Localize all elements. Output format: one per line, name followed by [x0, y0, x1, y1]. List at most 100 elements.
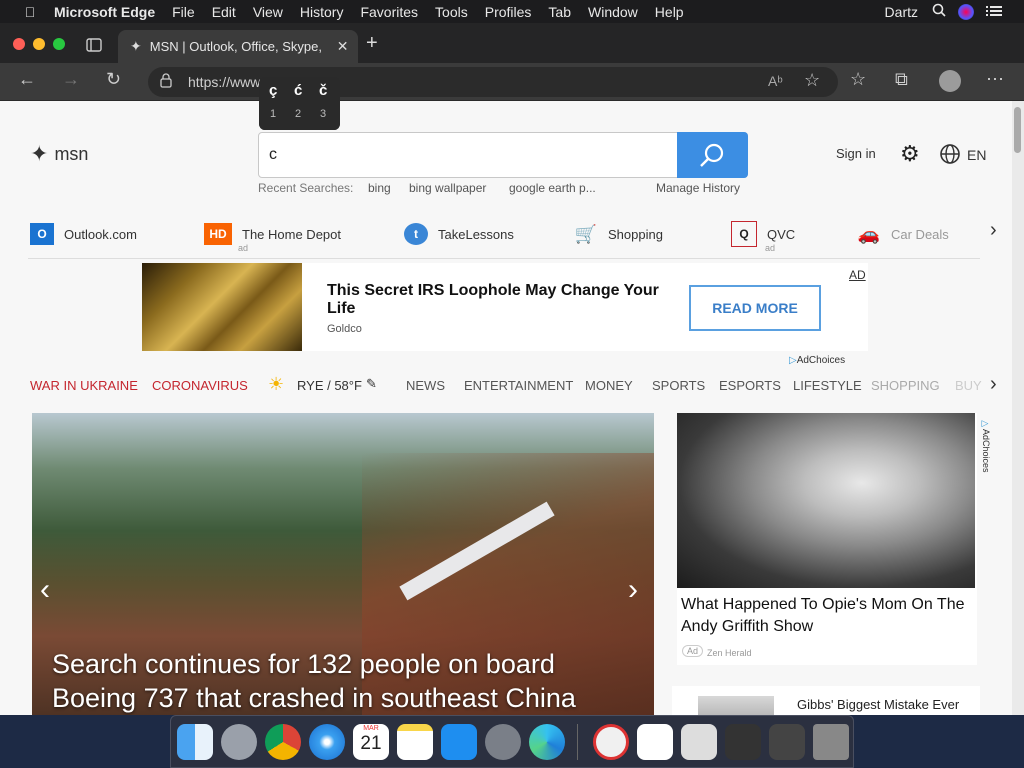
close-window-button[interactable]: [13, 38, 25, 50]
favorites-icon[interactable]: ☆: [850, 69, 866, 90]
accent-option-char[interactable]: č: [319, 82, 327, 99]
minimize-window-button[interactable]: [33, 38, 45, 50]
adchoices-link[interactable]: ▷AdChoices: [789, 355, 845, 366]
quicklink-home-depot[interactable]: HD The Home Depot ad: [204, 219, 341, 253]
profile-avatar[interactable]: [939, 70, 961, 92]
language-globe-icon[interactable]: [939, 143, 961, 170]
manage-history-link[interactable]: Manage History: [656, 181, 740, 195]
nav-buy[interactable]: BUY: [955, 378, 982, 393]
hero-headline[interactable]: Search continues for 132 people on board…: [52, 647, 642, 715]
quicklink-takelessons[interactable]: t TakeLessons: [404, 219, 514, 249]
search-input-value[interactable]: c: [269, 146, 277, 164]
trash-icon[interactable]: [813, 724, 849, 760]
nav-sports[interactable]: SPORTS: [652, 378, 705, 393]
menu-history[interactable]: History: [300, 4, 344, 20]
card2-title[interactable]: Gibbs' Biggest Mistake Ever: [797, 697, 959, 712]
recent-search-item[interactable]: bing wallpaper: [409, 181, 486, 195]
sign-in-link[interactable]: Sign in: [836, 146, 876, 161]
screenshot-thumbnail-icon[interactable]: [725, 724, 761, 760]
nav-lifestyle[interactable]: LIFESTYLE: [793, 378, 862, 393]
refresh-icon[interactable]: ↻: [106, 69, 121, 90]
menu-help[interactable]: Help: [655, 4, 684, 20]
url-text[interactable]: https://www: [188, 74, 260, 90]
launchpad-icon[interactable]: [221, 724, 257, 760]
ad-banner[interactable]: This Secret IRS Loophole May Change Your…: [142, 263, 868, 351]
menu-profiles[interactable]: Profiles: [485, 4, 532, 20]
zoom-window-button[interactable]: [53, 38, 65, 50]
preview-thumbnail-icon[interactable]: [681, 724, 717, 760]
search-button[interactable]: [677, 132, 748, 178]
nav-esports[interactable]: ESPORTS: [719, 378, 781, 393]
menu-file[interactable]: File: [172, 4, 195, 20]
nav-weather[interactable]: RYE / 58°F: [297, 378, 362, 393]
tab-msn[interactable]: ✦ MSN | Outlook, Office, Skype, ✕: [118, 30, 358, 63]
accent-option-char[interactable]: ć: [294, 82, 302, 99]
safari-icon[interactable]: [309, 724, 345, 760]
accent-option-char[interactable]: ç: [269, 82, 277, 99]
menu-tools[interactable]: Tools: [435, 4, 468, 20]
side-adchoices-link[interactable]: ▷AdChoices: [981, 419, 991, 473]
sponsored-card[interactable]: What Happened To Opie's Mom On The Andy …: [677, 413, 977, 665]
search-input[interactable]: c: [258, 132, 748, 178]
nav-shopping[interactable]: SHOPPING: [871, 378, 940, 393]
nav-next-chevron-icon[interactable]: ›: [990, 373, 997, 396]
page-scrollbar[interactable]: [1012, 101, 1024, 715]
scrollbar-thumb[interactable]: [1014, 107, 1021, 153]
edit-location-icon[interactable]: ✎: [366, 376, 377, 392]
address-bar[interactable]: https://www Aᵇ ☆: [148, 67, 838, 97]
quicklink-outlook[interactable]: O Outlook.com: [30, 219, 137, 249]
blocked-app-icon[interactable]: [593, 724, 629, 760]
edge-icon[interactable]: [529, 724, 565, 760]
quicklink-qvc[interactable]: Q QVC ad: [731, 219, 795, 253]
nav-coronavirus[interactable]: CORONAVIRUS: [152, 378, 248, 393]
user-name[interactable]: Dartz: [885, 4, 918, 20]
menu-view[interactable]: View: [253, 4, 283, 20]
read-more-button[interactable]: READ MORE: [689, 285, 821, 331]
menu-favorites[interactable]: Favorites: [360, 4, 418, 20]
system-preferences-icon[interactable]: [485, 724, 521, 760]
quicklink-car-deals[interactable]: 🚗 Car Deals: [857, 219, 949, 249]
window-thumbnail-icon[interactable]: [769, 724, 805, 760]
menu-edit[interactable]: Edit: [212, 4, 236, 20]
carousel-prev-icon[interactable]: ‹: [40, 573, 50, 607]
carousel-next-icon[interactable]: ›: [628, 573, 638, 607]
document-icon[interactable]: [637, 724, 673, 760]
hero-carousel[interactable]: ‹ › Search continues for 132 people on b…: [32, 413, 654, 715]
read-aloud-icon[interactable]: Aᵇ: [768, 73, 783, 89]
new-tab-icon[interactable]: +: [366, 32, 378, 55]
back-icon[interactable]: ←: [18, 69, 36, 90]
menu-window[interactable]: Window: [588, 4, 638, 20]
settings-gear-icon[interactable]: ⚙: [900, 141, 920, 167]
chrome-icon[interactable]: [265, 724, 301, 760]
add-favorite-icon[interactable]: ☆: [804, 70, 820, 91]
recent-search-item[interactable]: bing: [368, 181, 391, 195]
siri-icon[interactable]: [958, 3, 974, 20]
ad-label[interactable]: AD: [849, 268, 866, 282]
forward-icon[interactable]: →: [62, 69, 80, 90]
nav-entertainment[interactable]: ENTERTAINMENT: [464, 378, 573, 393]
nav-money[interactable]: MONEY: [585, 378, 633, 393]
more-menu-icon[interactable]: ⋯: [986, 69, 1004, 90]
app-store-icon[interactable]: [441, 724, 477, 760]
app-menu[interactable]: Microsoft Edge: [54, 4, 155, 20]
quicklink-shopping[interactable]: 🛒 Shopping: [574, 219, 663, 249]
nav-news[interactable]: NEWS: [406, 378, 445, 393]
collections-icon[interactable]: ⧉: [895, 69, 908, 90]
finder-icon[interactable]: [177, 724, 213, 760]
sponsored-card-2[interactable]: Gibbs' Biggest Mistake Ever: [672, 686, 980, 715]
control-center-icon[interactable]: [986, 4, 1002, 20]
ad-title[interactable]: This Secret IRS Loophole May Change Your…: [327, 282, 677, 318]
menu-tab[interactable]: Tab: [548, 4, 571, 20]
language-label[interactable]: EN: [967, 147, 986, 163]
spotlight-icon[interactable]: [932, 3, 946, 20]
tab-actions-icon[interactable]: [86, 38, 102, 57]
recent-search-item[interactable]: google earth p...: [509, 181, 596, 195]
close-tab-icon[interactable]: ✕: [337, 38, 349, 55]
calendar-icon[interactable]: MAR 21: [353, 724, 389, 760]
msn-logo[interactable]: ✦ msn: [30, 141, 88, 167]
notes-icon[interactable]: [397, 724, 433, 760]
quicklinks-next-chevron-icon[interactable]: ›: [990, 219, 997, 242]
card-title[interactable]: What Happened To Opie's Mom On The Andy …: [681, 594, 971, 638]
apple-menu-icon[interactable]: : [20, 4, 40, 20]
nav-war-in-ukraine[interactable]: WAR IN UKRAINE: [30, 378, 138, 393]
